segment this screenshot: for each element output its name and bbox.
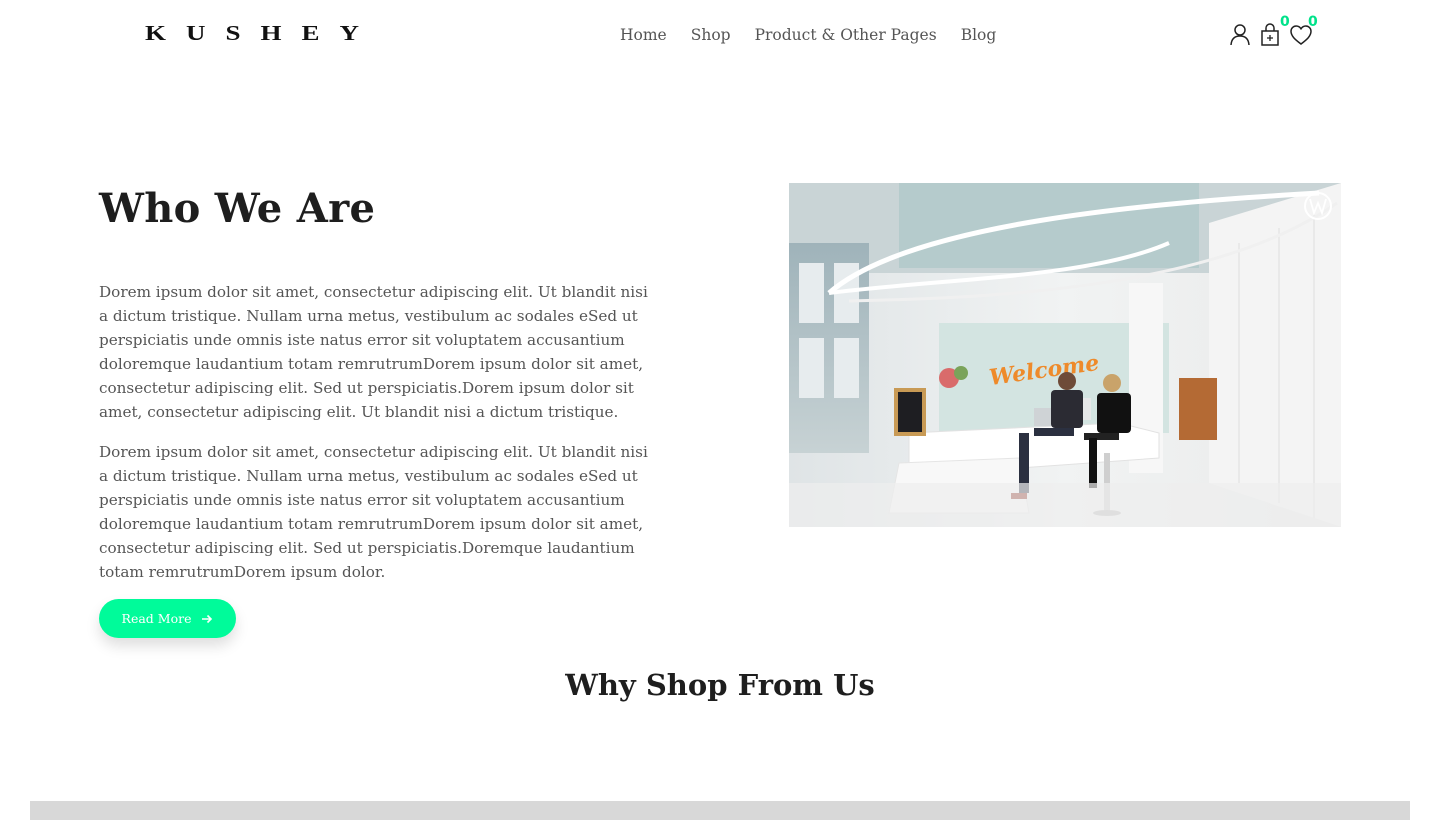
read-more-label: Read More (121, 611, 192, 626)
nav-shop[interactable]: Shop (691, 25, 731, 45)
about-paragraph-2: Dorem ipsum dolor sit amet, consectetur … (99, 443, 648, 581)
site-header: KUSHEY Home Shop Product & Other Pages B… (0, 0, 1440, 70)
header-icons: 0 0 (1229, 14, 1318, 48)
wishlist-count-badge: 0 (1308, 14, 1318, 30)
cart-button[interactable]: 0 (1259, 14, 1290, 48)
who-we-are-heading: Who We Are (99, 185, 376, 232)
shopping-bag-icon (1261, 23, 1279, 46)
main-nav: Home Shop Product & Other Pages Blog (620, 25, 996, 45)
read-more-button[interactable]: Read More (99, 599, 236, 638)
account-button[interactable] (1229, 20, 1251, 48)
why-shop-heading: Why Shop From Us (565, 668, 875, 702)
wishlist-button[interactable]: 0 (1289, 14, 1318, 48)
user-icon (1230, 24, 1250, 46)
nav-blog[interactable]: Blog (961, 25, 997, 45)
nav-product-other-pages[interactable]: Product & Other Pages (755, 25, 937, 45)
arrow-right-icon (202, 614, 213, 623)
office-photo: Welcome (789, 183, 1341, 527)
site-logo[interactable]: KUSHEY (145, 22, 379, 44)
nav-home[interactable]: Home (620, 25, 667, 45)
about-paragraph-1: Dorem ipsum dolor sit amet, consectetur … (99, 283, 648, 421)
section-band (30, 801, 1410, 820)
